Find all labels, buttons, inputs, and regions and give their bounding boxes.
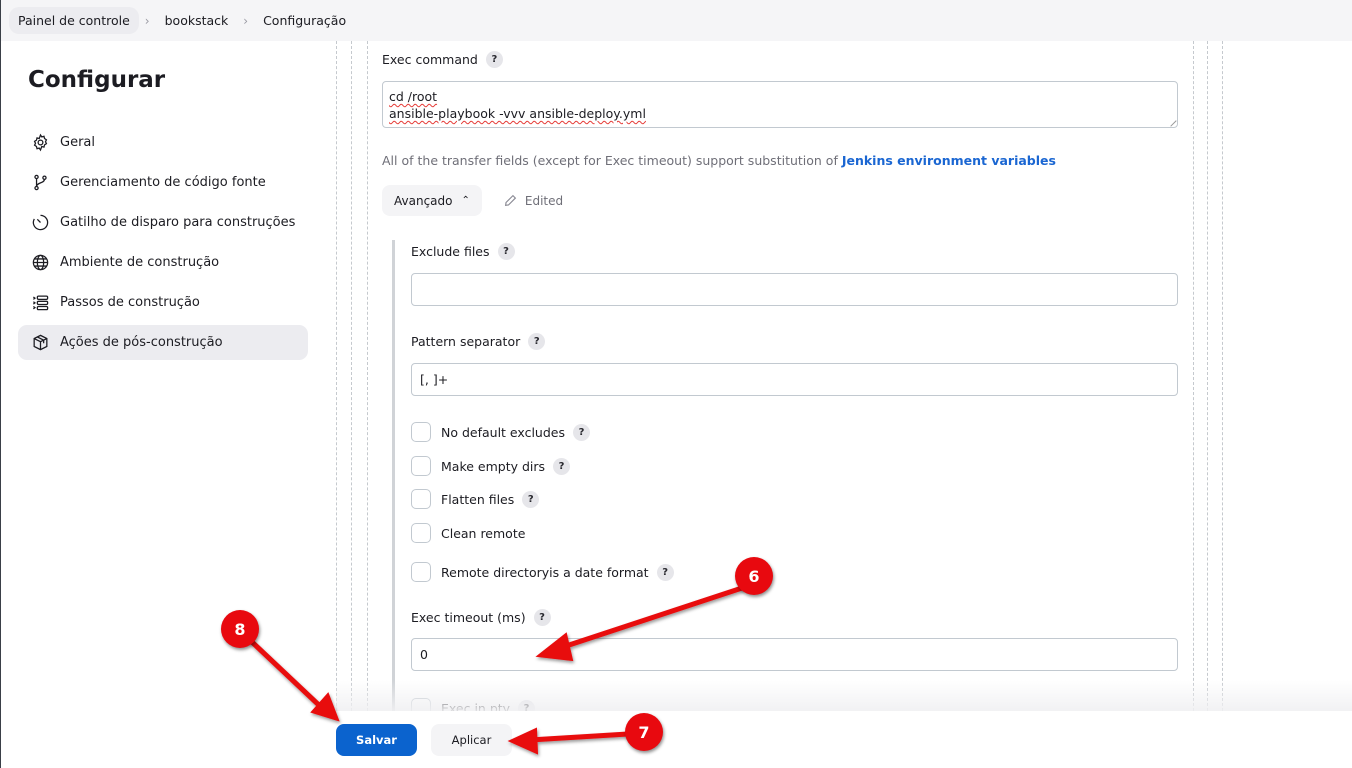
exec-timeout-label-text: Exec timeout (ms) (411, 610, 526, 625)
branch-icon (30, 173, 50, 193)
exec-command-line-1: cd /root (389, 89, 438, 104)
gear-icon (30, 133, 50, 153)
checkbox[interactable] (411, 422, 431, 442)
pattern-separator-input[interactable]: [, ]+ (411, 363, 1178, 396)
checkbox-no-default-excludes[interactable]: No default excludes ? (411, 422, 590, 442)
exec-command-textarea[interactable]: cd /root ansible-playbook -vvv ansible-d… (382, 81, 1178, 128)
checkbox-label: Clean remote (441, 525, 526, 541)
checkbox-label: Remote directoryis a date format (441, 564, 649, 580)
sidebar-item-label: Geral (60, 135, 95, 150)
exec-command-line: cd /root (389, 88, 1171, 105)
save-button[interactable]: Salvar (336, 724, 417, 756)
help-icon[interactable]: ? (528, 333, 546, 350)
breadcrumb-item-configuration[interactable]: Configuração (254, 7, 355, 34)
exec-timeout-input[interactable]: 0 (411, 638, 1178, 671)
checkbox-label: Flatten files (441, 491, 515, 507)
package-icon (30, 333, 50, 353)
jenkins-env-vars-link[interactable]: Jenkins environment variables (842, 153, 1056, 168)
globe-icon (30, 253, 50, 273)
section-guide-line (1207, 41, 1208, 711)
checkbox-flatten-files[interactable]: Flatten files ? (411, 489, 540, 509)
advanced-toggle-button[interactable]: Avançado ⌃ (382, 185, 482, 216)
help-icon[interactable]: ? (533, 609, 551, 626)
checkbox[interactable] (411, 456, 431, 476)
exec-command-line-2: ansible-playbook -vvv ansible-deploy.yml (389, 106, 646, 121)
sidebar-item-label: Gatilho de disparo para construções (60, 215, 296, 230)
checkbox[interactable] (411, 562, 431, 582)
sidebar-item-build-triggers[interactable]: Gatilho de disparo para construções (18, 205, 308, 240)
sidebar: Configurar Geral Gerenciamento de código… (18, 41, 308, 365)
checkbox-clean-remote[interactable]: Clean remote (411, 523, 525, 543)
checkbox-remote-directory-date-format[interactable]: Remote directoryis a date format ? (411, 562, 674, 582)
window-edge (0, 0, 1, 768)
help-icon[interactable]: ? (572, 423, 590, 441)
help-icon[interactable]: ? (497, 243, 515, 260)
section-guide-line (351, 41, 352, 711)
list-icon (30, 293, 50, 313)
section-guide-line (1222, 41, 1223, 711)
annotation-arrow-8-shaft (249, 639, 325, 711)
section-guide-line (1193, 41, 1194, 711)
help-icon[interactable]: ? (553, 457, 571, 475)
breadcrumb-item-dashboard[interactable]: Painel de controle (9, 7, 139, 34)
exec-timeout-label: Exec timeout (ms) ? (411, 609, 551, 626)
annotation-badge-6: 6 (735, 557, 773, 595)
sidebar-item-build-environment[interactable]: Ambiente de construção (18, 245, 308, 280)
sidebar-item-general[interactable]: Geral (18, 125, 308, 160)
exec-command-line: ansible-playbook -vvv ansible-deploy.yml (389, 105, 1171, 122)
timer-icon (30, 213, 50, 233)
annotation-badge-8: 8 (221, 610, 259, 648)
sidebar-item-label: Ambiente de construção (60, 255, 220, 270)
exclude-files-label-text: Exclude files (411, 244, 490, 259)
section-guide-line (336, 41, 337, 711)
exclude-files-input[interactable] (411, 273, 1178, 306)
pencil-icon (504, 194, 517, 207)
exec-command-label-text: Exec command (382, 52, 478, 67)
edited-label: Edited (524, 193, 564, 208)
breadcrumb-item-job[interactable]: bookstack (156, 7, 238, 34)
checkbox[interactable] (411, 489, 431, 509)
pattern-separator-label-text: Pattern separator (411, 334, 521, 349)
sidebar-item-source-code[interactable]: Gerenciamento de código fonte (18, 165, 308, 200)
sidebar-item-label: Gerenciamento de código fonte (60, 175, 266, 190)
annotation-badge-7: 7 (625, 713, 663, 751)
help-icon[interactable]: ? (485, 51, 503, 68)
sidebar-item-build-steps[interactable]: Passos de construção (18, 285, 308, 320)
bottom-bar-shadow (336, 680, 1352, 711)
edited-indicator: Edited (504, 194, 563, 208)
checkbox-make-empty-dirs[interactable]: Make empty dirs ? (411, 456, 571, 476)
breadcrumb: Painel de controle › bookstack › Configu… (0, 0, 1352, 41)
apply-button[interactable]: Aplicar (431, 724, 512, 756)
advanced-row: Avançado ⌃ Edited (382, 185, 563, 216)
checkbox[interactable] (411, 523, 431, 543)
chevron-right-icon: › (243, 13, 249, 28)
help-icon[interactable]: ? (522, 490, 540, 508)
chevron-up-icon: ⌃ (461, 195, 470, 206)
checkbox-label: No default excludes (441, 424, 565, 440)
sidebar-item-label: Ações de pós-construção (60, 335, 223, 350)
help-icon[interactable]: ? (656, 563, 674, 581)
env-vars-hint: All of the transfer fields (except for E… (382, 153, 1056, 168)
section-guide-line (367, 41, 368, 711)
chevron-right-icon: › (144, 13, 150, 28)
sidebar-item-label: Passos de construção (60, 295, 200, 310)
pattern-separator-label: Pattern separator ? (411, 333, 546, 350)
exec-command-label: Exec command ? (382, 51, 503, 68)
sidebar-item-post-build-actions[interactable]: Ações de pós-construção (18, 325, 308, 360)
page-title: Configurar (28, 67, 166, 93)
exclude-files-label: Exclude files ? (411, 243, 515, 260)
hint-text: All of the transfer fields (except for E… (382, 153, 842, 168)
checkbox-label: Make empty dirs (441, 458, 546, 474)
advanced-label: Avançado (394, 193, 453, 208)
